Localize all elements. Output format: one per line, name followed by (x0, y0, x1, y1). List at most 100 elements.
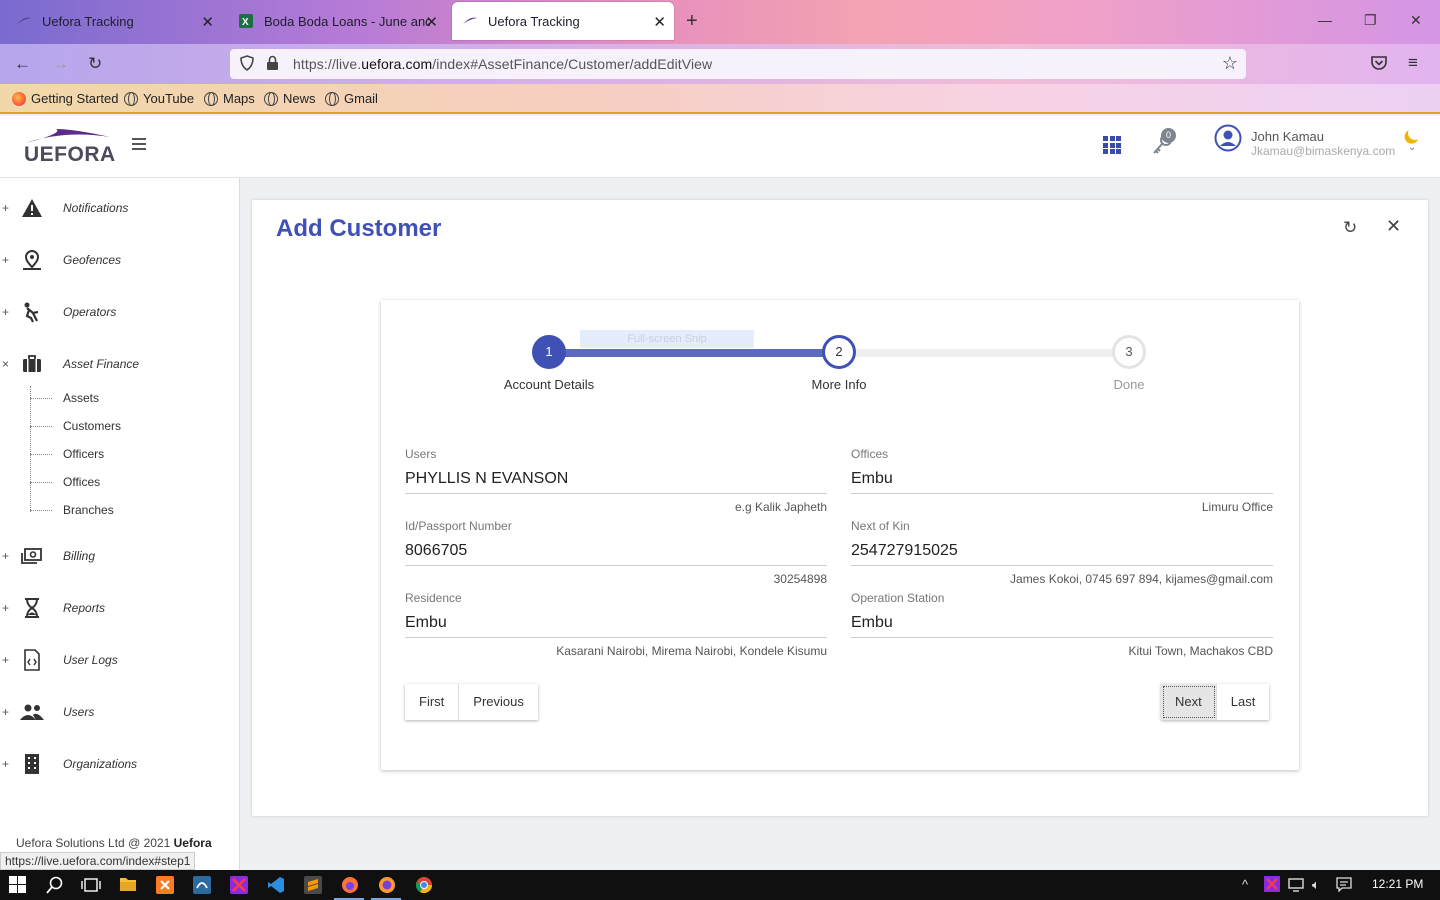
firefox-dev-icon[interactable] (341, 876, 359, 894)
mysql-workbench-icon[interactable] (193, 876, 211, 894)
bookmark-news[interactable]: News (264, 91, 316, 106)
url-prefix: https://live. (293, 56, 362, 72)
forward-icon[interactable]: → (52, 54, 69, 74)
avatar[interactable] (1214, 124, 1242, 155)
expand-toggle[interactable]: + (2, 549, 9, 563)
browser-tab-1[interactable]: Uefora Tracking ✕ (6, 2, 222, 40)
add-customer-card: Add Customer ↻ ✕ Full-screen Snip 1 2 3 … (252, 200, 1428, 816)
sidebar-item-geofences[interactable]: + Geofences (0, 240, 240, 280)
close-tab-icon[interactable]: ✕ (653, 13, 666, 31)
xampp-icon[interactable] (156, 876, 174, 894)
windows-start-icon[interactable] (9, 876, 27, 894)
browser-tab-2[interactable]: X Boda Boda Loans - June and Jul ✕ (228, 2, 446, 40)
sidebar-item-users[interactable]: + Users (0, 692, 240, 732)
submenu-item-customers[interactable]: Customers (30, 415, 230, 437)
bookmark-star-icon[interactable]: ☆ (1222, 53, 1238, 74)
expand-toggle[interactable]: + (2, 757, 9, 771)
expand-toggle[interactable]: + (2, 601, 9, 615)
minimize-icon[interactable]: — (1318, 12, 1332, 28)
bookmark-getting-started[interactable]: Getting Started (12, 91, 118, 106)
expand-toggle[interactable]: + (2, 705, 9, 719)
browser-nav-bar: ← → ↻ https://live.uefora.com/index#Asse… (0, 44, 1440, 84)
close-tab-icon[interactable]: ✕ (425, 13, 438, 31)
offices-input[interactable]: Embu (851, 470, 1273, 494)
network-icon[interactable] (1288, 876, 1306, 895)
reload-icon[interactable]: ↻ (88, 54, 102, 74)
sidebar-item-asset-finance[interactable]: × Asset Finance (0, 344, 240, 384)
bookmark-label: Maps (223, 91, 255, 106)
address-bar[interactable]: https://live.uefora.com/index#AssetFinan… (230, 49, 1246, 79)
submenu-item-officers[interactable]: Officers (30, 443, 230, 465)
last-button[interactable]: Last (1216, 684, 1270, 720)
tab-title: Boda Boda Loans - June and Jul (264, 13, 430, 29)
step-2-label: More Info (811, 377, 867, 392)
step-3-circle[interactable]: 3 (1112, 335, 1146, 369)
operation-station-input[interactable]: Embu (851, 614, 1273, 638)
field-hint: Limuru Office (1201, 500, 1273, 514)
back-icon[interactable]: ← (14, 54, 31, 74)
users-field: Users PHYLLIS N EVANSON e.g Kalik Japhet… (405, 447, 827, 514)
sidebar-item-operators[interactable]: + Operators (0, 292, 240, 332)
volume-icon[interactable]: 🔈︎ (1312, 877, 1320, 893)
submenu-item-assets[interactable]: Assets (30, 387, 230, 409)
hamburger-menu-icon[interactable] (132, 138, 146, 153)
restore-icon[interactable]: ❐ (1364, 12, 1377, 29)
file-explorer-icon[interactable] (119, 876, 137, 894)
previous-button[interactable]: Previous (459, 684, 538, 720)
tray-app-icon[interactable] (1264, 876, 1280, 895)
browser-tab-3-active[interactable]: Uefora Tracking ✕ (452, 2, 674, 40)
sidebar-item-reports[interactable]: + Reports (0, 588, 240, 628)
rider-icon (20, 300, 44, 324)
expand-toggle[interactable]: + (2, 253, 9, 267)
bookmark-youtube[interactable]: YouTube (124, 91, 194, 106)
app-icon[interactable] (230, 876, 248, 894)
expand-toggle[interactable]: + (2, 201, 9, 215)
sidebar-item-billing[interactable]: + Billing (0, 536, 240, 576)
sidebar-item-organizations[interactable]: + Organizations (0, 744, 240, 784)
shield-icon[interactable] (240, 55, 254, 74)
field-hint: e.g Kalik Japheth (734, 500, 827, 514)
users-input[interactable]: PHYLLIS N EVANSON (405, 470, 827, 494)
uefora-logo[interactable]: UEFORA (24, 128, 115, 166)
window-close-icon[interactable]: ✕ (1410, 12, 1422, 29)
next-button[interactable]: Next (1161, 684, 1217, 720)
dark-mode-moon-icon[interactable] (1407, 125, 1423, 141)
refresh-icon[interactable]: ↻ (1343, 218, 1357, 238)
menu-icon[interactable]: ≡ (1408, 53, 1418, 73)
bookmark-gmail[interactable]: Gmail (325, 91, 378, 106)
sidebar-item-user-logs[interactable]: + User Logs (0, 640, 240, 680)
apps-grid-icon[interactable] (1103, 136, 1121, 154)
taskbar-clock[interactable]: 12:21 PM (1372, 877, 1423, 891)
submenu-item-branches[interactable]: Branches (30, 499, 230, 521)
chevron-down-icon[interactable]: ⌄ (1408, 142, 1416, 153)
next-of-kin-input[interactable]: 254727915025 (851, 542, 1273, 566)
user-name[interactable]: John Kamau (1251, 129, 1324, 144)
close-icon[interactable]: ✕ (1386, 216, 1401, 237)
bookmark-maps[interactable]: Maps (204, 91, 255, 106)
bookmark-label: Getting Started (31, 91, 119, 106)
tray-chevron-up-icon[interactable]: ^ (1242, 877, 1248, 892)
chrome-icon[interactable] (415, 876, 433, 894)
residence-input[interactable]: Embu (405, 614, 827, 638)
sidebar-item-notifications[interactable]: + Notifications (0, 188, 240, 228)
collapse-toggle[interactable]: × (2, 357, 9, 371)
step-1-circle[interactable]: 1 (532, 335, 566, 369)
close-tab-icon[interactable]: ✕ (201, 13, 214, 31)
action-center-icon[interactable] (1336, 876, 1352, 895)
sidebar-item-label: Notifications (63, 201, 129, 215)
sublime-text-icon[interactable] (304, 876, 322, 894)
first-button[interactable]: First (405, 684, 460, 720)
expand-toggle[interactable]: + (2, 653, 9, 667)
id-passport-input[interactable]: 8066705 (405, 542, 827, 566)
lock-icon[interactable] (266, 55, 279, 74)
vscode-icon[interactable] (267, 876, 285, 894)
submenu-item-offices[interactable]: Offices (30, 471, 230, 493)
step-2-circle[interactable]: 2 (822, 335, 856, 369)
step-3-label: Done (1113, 377, 1145, 392)
firefox-icon[interactable] (378, 876, 396, 894)
new-tab-icon[interactable]: + (686, 10, 698, 33)
expand-toggle[interactable]: + (2, 305, 9, 319)
task-view-icon[interactable] (81, 876, 101, 894)
pocket-icon[interactable] (1370, 55, 1388, 76)
search-icon[interactable] (46, 876, 64, 894)
